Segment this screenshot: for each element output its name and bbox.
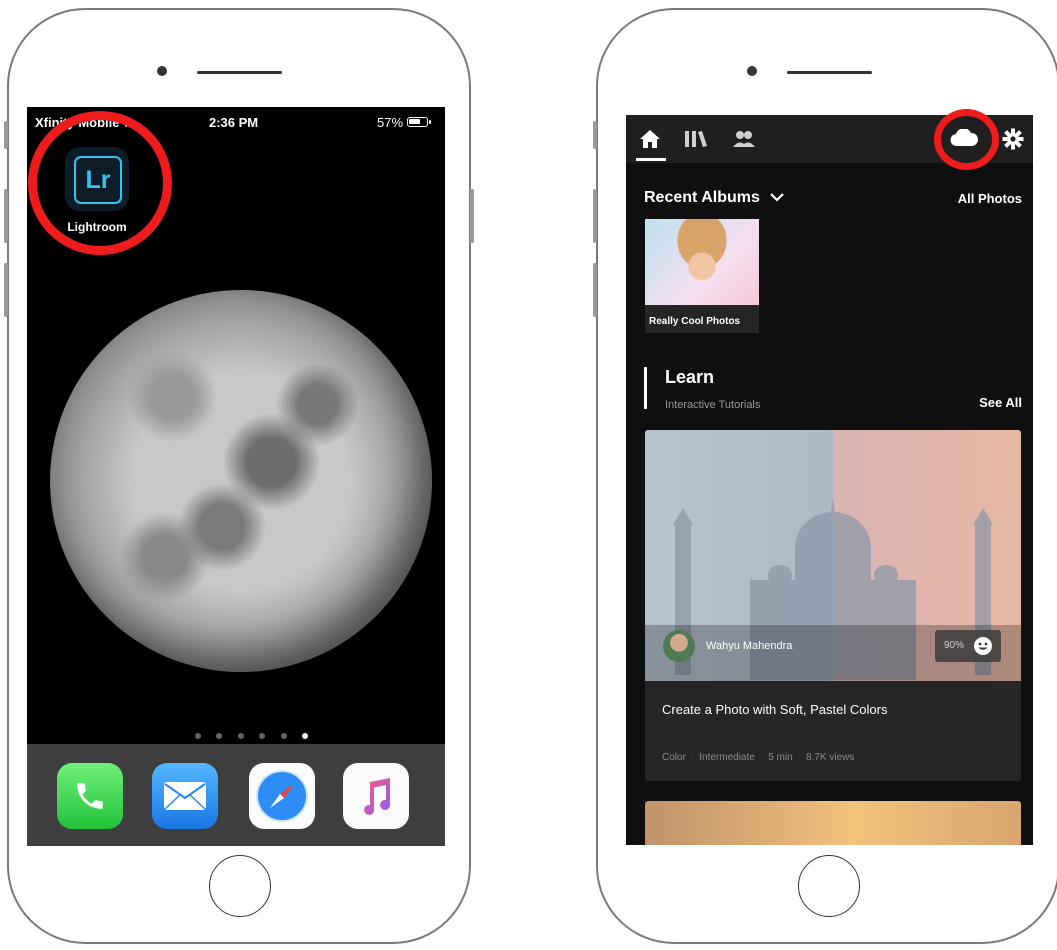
- page-dot: [195, 733, 201, 739]
- album-thumbnail: [645, 219, 759, 305]
- moon-wallpaper: [50, 290, 432, 672]
- cloud-highlight-circle: [934, 109, 999, 170]
- album-card[interactable]: Really Cool Photos: [645, 219, 759, 333]
- home-button[interactable]: [798, 855, 860, 917]
- learn-heading: Learn: [665, 367, 715, 387]
- front-camera: [157, 66, 167, 76]
- album-name: Really Cool Photos: [649, 316, 741, 327]
- lightroom-highlight-circle: [28, 111, 172, 255]
- mail-app-icon[interactable]: [152, 763, 218, 829]
- recent-albums-dropdown[interactable]: Recent Albums: [644, 189, 785, 207]
- chevron-down-icon: [770, 189, 785, 207]
- volume-down-button: [593, 263, 597, 317]
- learn-subtitle: Interactive Tutorials: [665, 399, 761, 411]
- mute-switch: [593, 121, 597, 149]
- page-dot: [280, 733, 287, 739]
- meta-views: 8.7K views: [805, 752, 855, 763]
- people-icon: [733, 131, 755, 147]
- learn-section-marker: [644, 367, 647, 409]
- meta-level: Intermediate: [699, 752, 755, 763]
- tab-home[interactable]: [639, 129, 661, 154]
- meta-category: Color: [662, 752, 686, 763]
- gear-icon: [1002, 128, 1024, 150]
- recent-albums-label: Recent Albums: [644, 189, 760, 207]
- page-dot: [216, 733, 223, 739]
- tab-library[interactable]: [684, 129, 708, 154]
- earpiece-speaker: [197, 71, 282, 74]
- library-icon: [685, 131, 707, 147]
- tutorial-title: Create a Photo with Soft, Pastel Colors: [662, 702, 888, 717]
- next-tutorial-card[interactable]: [645, 801, 1021, 845]
- volume-up-button: [593, 189, 597, 243]
- dock: [27, 744, 445, 846]
- mute-switch: [4, 121, 8, 149]
- tutorial-image: Wahyu Mahendra 90%: [645, 430, 1021, 681]
- volume-up-button: [4, 189, 8, 243]
- right-phone-screen: Recent Albums All Photos Really Cool Pho…: [626, 115, 1033, 845]
- home-icon: [640, 130, 660, 148]
- battery-icon: [407, 117, 431, 127]
- front-camera: [747, 66, 757, 76]
- smiley-icon: [973, 636, 993, 661]
- power-button: [470, 189, 474, 243]
- active-tab-indicator: [636, 158, 666, 161]
- volume-down-button: [4, 263, 8, 317]
- home-button[interactable]: [209, 855, 271, 917]
- earpiece-speaker: [787, 71, 872, 74]
- music-app-icon[interactable]: [343, 763, 409, 829]
- meta-duration: 5 min: [768, 752, 793, 763]
- tutorial-meta: Color · Intermediate · 5 min · 8.7K views: [662, 752, 855, 763]
- score-badge: 90%: [935, 630, 1001, 662]
- page-dot: [259, 733, 266, 739]
- settings-button[interactable]: [1002, 128, 1024, 155]
- status-time: 2:36 PM: [209, 115, 259, 130]
- page-dot-active: [302, 733, 309, 739]
- score-value: 90%: [944, 640, 965, 651]
- tutorial-card[interactable]: Wahyu Mahendra 90% Create a Photo with S…: [645, 430, 1021, 781]
- author-avatar: [663, 630, 695, 662]
- all-photos-link[interactable]: All Photos: [958, 191, 1022, 206]
- safari-app-icon[interactable]: [249, 763, 315, 829]
- battery-percentage: 57%: [377, 115, 404, 130]
- author-name: Wahyu Mahendra: [706, 640, 793, 652]
- tab-people[interactable]: [732, 129, 756, 154]
- page-indicator[interactable]: [195, 726, 319, 739]
- page-dot: [237, 733, 244, 739]
- see-all-link[interactable]: See All: [979, 395, 1022, 410]
- phone-app-icon[interactable]: [57, 763, 123, 829]
